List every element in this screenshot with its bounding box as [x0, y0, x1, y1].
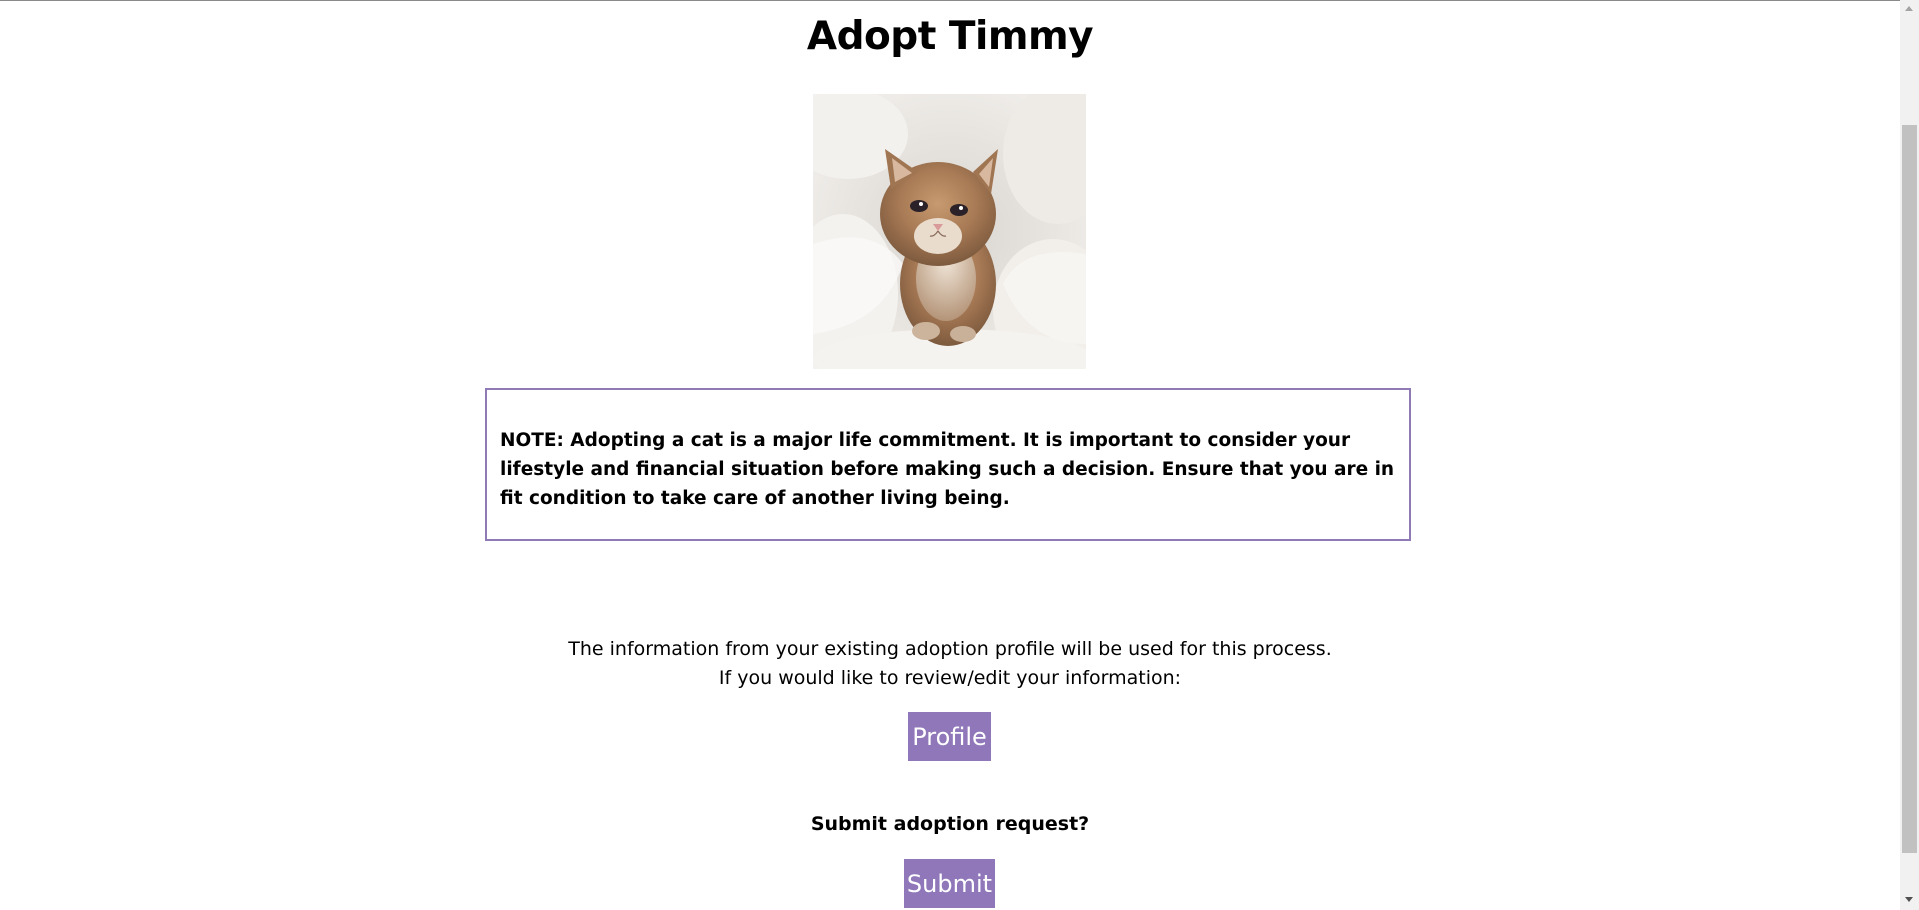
note-text: NOTE: Adopting a cat is a major life com… [500, 430, 1395, 509]
submit-button[interactable]: Submit [904, 859, 995, 908]
profile-button[interactable]: Profile [908, 712, 991, 761]
profile-info: The information from your existing adopt… [0, 635, 1900, 693]
scrollbar-thumb[interactable] [1902, 125, 1917, 853]
profile-info-line-2: If you would like to review/edit your in… [718, 667, 1182, 689]
main-content: Adopt Timmy NOTE: Adopting a cat is a ma… [0, 0, 1900, 910]
page-title: Adopt Timmy [806, 14, 1094, 59]
scroll-up-arrow-icon[interactable] [1905, 6, 1913, 11]
submit-question: Submit adoption request? [810, 813, 1090, 835]
note-box: NOTE: Adopting a cat is a major life com… [485, 388, 1411, 541]
vertical-scrollbar[interactable] [1900, 0, 1919, 910]
scroll-down-arrow-icon[interactable] [1905, 897, 1913, 902]
page: Adopt Timmy NOTE: Adopting a cat is a ma… [0, 0, 1919, 910]
profile-info-line-1: The information from your existing adopt… [568, 638, 1332, 660]
kitten-photo [813, 94, 1086, 369]
